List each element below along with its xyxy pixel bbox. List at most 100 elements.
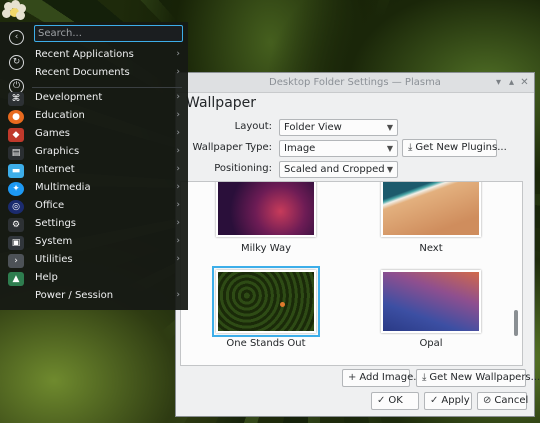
chevron-right-icon: ›: [176, 146, 180, 156]
search-placeholder: Search...: [38, 28, 82, 39]
wallpaper-type-value: Image: [284, 143, 316, 154]
search-input[interactable]: Search...: [34, 25, 183, 42]
wallpaper-thumb-opal[interactable]: [381, 270, 481, 333]
positioning-value: Scaled and Cropped: [284, 164, 385, 175]
graphics-icon: ▤: [8, 146, 24, 160]
apply-button[interactable]: ✓ Apply: [424, 392, 472, 410]
download-icon: ⤓: [408, 142, 413, 153]
utilities-icon: ›: [8, 254, 24, 268]
wallpaper-flower: [0, 0, 28, 22]
back-icon[interactable]: ‹: [9, 30, 24, 45]
layout-select[interactable]: Folder View ▼: [279, 119, 398, 136]
check-icon: ✓: [377, 395, 386, 406]
close-icon[interactable]: ✕: [519, 77, 530, 88]
menu-item-label: Recent Documents: [35, 67, 130, 78]
code-icon: ⌘: [8, 92, 24, 106]
layout-row: Layout:: [176, 119, 272, 136]
maximize-icon[interactable]: ▴: [506, 77, 517, 88]
menu-item-label: Graphics: [35, 146, 80, 157]
menu-item-recent-documents[interactable]: Recent Documents ›: [0, 65, 188, 83]
get-new-plugins-label: Get New Plugins...: [415, 142, 507, 153]
menu-item-label: Help: [35, 272, 58, 283]
wallpaper-thumb-milky-way[interactable]: [216, 182, 316, 237]
menu-item-label: Power / Session: [35, 290, 114, 301]
get-new-plugins-button[interactable]: ⤓ Get New Plugins...: [402, 139, 507, 157]
positioning-row: Positioning:: [176, 161, 272, 178]
wallpaper-caption: Next: [419, 243, 443, 254]
menu-item-label: Internet: [35, 164, 75, 175]
ok-label: OK: [388, 395, 403, 406]
chevron-right-icon: ›: [176, 128, 180, 138]
wallpaper-caption: Opal: [419, 338, 443, 349]
wallpaper-type-label: Wallpaper Type:: [192, 142, 272, 153]
menu-item-power-session[interactable]: Power / Session ›: [0, 288, 188, 306]
plus-icon: +: [348, 372, 357, 383]
menu-item-label: Office: [35, 200, 65, 211]
chevron-right-icon: ›: [176, 218, 180, 228]
chevron-right-icon: ›: [176, 200, 180, 210]
menu-item-label: Settings: [35, 218, 77, 229]
get-new-wallpapers-button[interactable]: ⤓ Get New Wallpapers...: [416, 369, 540, 387]
add-image-label: Add Image...: [359, 372, 423, 383]
menu-item-multimedia[interactable]: ✦ Multimedia ›: [0, 180, 188, 198]
internet-icon: ▬: [8, 164, 24, 178]
games-icon: ◆: [8, 128, 24, 142]
chevron-down-icon: ▼: [386, 144, 393, 153]
page-heading: Wallpaper: [186, 95, 257, 111]
settings-icon: ⚙: [8, 218, 24, 232]
menu-item-recent-applications[interactable]: Recent Applications ›: [0, 47, 188, 65]
application-launcher: ‹ ↻ ⏻ Search... Recent Applications › Re…: [0, 22, 188, 310]
menu-item-label: Utilities: [35, 254, 73, 265]
menu-item-graphics[interactable]: ▤ Graphics ›: [0, 144, 188, 162]
menu-item-office[interactable]: ◎ Office ›: [0, 198, 188, 216]
positioning-select[interactable]: Scaled and Cropped ▼: [279, 161, 398, 178]
dialog-title: Desktop Folder Settings — Plasma: [269, 77, 441, 88]
menu-item-label: Games: [35, 128, 70, 139]
cancel-icon: ⊘: [483, 395, 492, 406]
minimize-icon[interactable]: ▾: [493, 77, 504, 88]
check-icon: ✓: [430, 395, 439, 406]
menu-item-games[interactable]: ◆ Games ›: [0, 126, 188, 144]
chevron-down-icon: ▼: [386, 165, 393, 174]
apply-label: Apply: [441, 395, 470, 406]
office-icon: ◎: [8, 200, 24, 214]
menu-item-label: Multimedia: [35, 182, 91, 193]
menu-item-system[interactable]: ▣ System ›: [0, 234, 188, 252]
menu-item-development[interactable]: ⌘ Development ›: [0, 90, 188, 108]
add-image-button[interactable]: + Add Image...: [342, 369, 423, 387]
menu-item-education[interactable]: ● Education ›: [0, 108, 188, 126]
chevron-right-icon: ›: [176, 49, 180, 59]
chevron-right-icon: ›: [176, 182, 180, 192]
chevron-right-icon: ›: [176, 67, 180, 77]
download-icon: ⤓: [422, 372, 427, 383]
menu-item-label: Recent Applications: [35, 49, 134, 60]
menu-separator: [32, 87, 182, 88]
menu-item-label: System: [35, 236, 73, 247]
ok-button[interactable]: ✓ OK: [371, 392, 419, 410]
wallpaper-thumb-one-stands-out[interactable]: [212, 266, 320, 337]
grid-scrollbar[interactable]: [514, 310, 518, 336]
chevron-right-icon: ›: [176, 92, 180, 102]
wallpaper-caption: Milky Way: [240, 243, 291, 254]
wallpaper-thumb-next[interactable]: [381, 182, 481, 237]
help-icon: ▲: [8, 272, 24, 286]
firefox-icon: ●: [8, 110, 24, 124]
cancel-button[interactable]: ⊘ Cancel: [477, 392, 529, 410]
layout-value: Folder View: [284, 122, 342, 133]
multimedia-icon: ✦: [8, 182, 24, 196]
cancel-label: Cancel: [494, 395, 529, 406]
layout-label: Layout:: [234, 121, 272, 132]
wallpaper-type-select[interactable]: Image ▼: [279, 140, 398, 157]
menu-item-internet[interactable]: ▬ Internet ›: [0, 162, 188, 180]
menu-item-utilities[interactable]: › Utilities ›: [0, 252, 188, 270]
wallpaper-type-row: Wallpaper Type:: [176, 140, 272, 157]
chevron-down-icon: ▼: [386, 123, 393, 132]
wallpaper-grid[interactable]: Milky Way Next One Stands Out Opal: [180, 181, 523, 366]
chevron-right-icon: ›: [176, 290, 180, 300]
menu-item-label: Development: [35, 92, 103, 103]
menu-item-help[interactable]: ▲ Help: [0, 270, 188, 288]
system-icon: ▣: [8, 236, 24, 250]
chevron-right-icon: ›: [176, 254, 180, 264]
dialog-titlebar[interactable]: Desktop Folder Settings — Plasma ▾ ▴ ✕: [176, 73, 534, 93]
menu-item-settings[interactable]: ⚙ Settings ›: [0, 216, 188, 234]
